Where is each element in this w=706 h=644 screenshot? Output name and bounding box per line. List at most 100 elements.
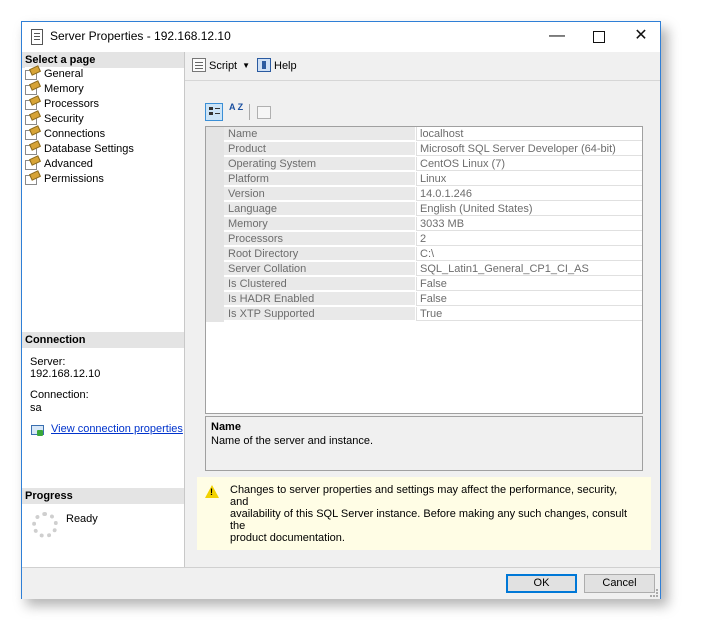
chevron-down-icon[interactable]: ▼: [242, 58, 250, 74]
description-title: Name: [211, 421, 241, 433]
server-value: 192.168.12.10: [30, 368, 101, 380]
property-value: English (United States): [416, 202, 642, 216]
row-gutter: [206, 157, 224, 172]
close-button[interactable]: ✕: [620, 22, 662, 51]
property-value: 14.0.1.246: [416, 187, 642, 201]
script-label: Script: [209, 60, 238, 72]
warning-panel: Changes to server properties and setting…: [197, 477, 651, 550]
toolbar: Script ▼ Help: [185, 52, 660, 81]
help-button[interactable]: Help: [257, 58, 297, 74]
connection-header: Connection: [22, 332, 184, 348]
property-value: SQL_Latin1_General_CP1_CI_AS: [416, 262, 642, 276]
document-icon: [31, 29, 43, 45]
property-name: Platform: [224, 172, 416, 186]
view-connection-properties-link[interactable]: View connection properties: [51, 423, 183, 435]
row-gutter: [206, 262, 224, 277]
page-item-label: General: [44, 68, 84, 80]
server-label: Server:: [30, 356, 66, 368]
property-value: CentOS Linux (7): [416, 157, 642, 171]
page-item-label: Database Settings: [44, 143, 134, 155]
property-value: Linux: [416, 172, 642, 186]
page-icon: [25, 157, 39, 170]
property-value: C:\: [416, 247, 642, 261]
description-text: Name of the server and instance.: [211, 435, 374, 447]
progress-header: Progress: [22, 488, 184, 504]
property-name: Is HADR Enabled: [224, 292, 416, 306]
row-gutter: [206, 292, 224, 307]
property-row[interactable]: Memory 3033 MB: [206, 217, 642, 232]
left-pane: Select a page General Memory Processors …: [22, 52, 185, 567]
property-value: False: [416, 292, 642, 306]
page-item-advanced[interactable]: Advanced: [25, 157, 93, 172]
page-item-label: Advanced: [44, 158, 93, 170]
property-name: Root Directory: [224, 247, 416, 261]
resize-grip-icon[interactable]: [650, 589, 658, 597]
page-icon: [25, 67, 39, 80]
property-value: localhost: [416, 127, 642, 141]
property-row[interactable]: Processors 2: [206, 232, 642, 247]
row-gutter: [206, 172, 224, 187]
progress-area: Ready: [22, 504, 184, 564]
property-row[interactable]: Root Directory C:\: [206, 247, 642, 262]
help-label: Help: [274, 60, 297, 72]
alphabetical-sort-icon[interactable]: A Z: [227, 103, 245, 121]
page-item-database-settings[interactable]: Database Settings: [25, 142, 134, 157]
property-name: Memory: [224, 217, 416, 231]
warning-text: Changes to server properties and setting…: [230, 484, 630, 544]
property-value: True: [416, 307, 642, 321]
minimize-button[interactable]: —: [536, 22, 578, 51]
page-item-security[interactable]: Security: [25, 112, 84, 127]
property-value: 2: [416, 232, 642, 246]
property-row[interactable]: Operating System CentOS Linux (7): [206, 157, 642, 172]
warning-line: availability of this SQL Server instance…: [230, 508, 628, 532]
page-item-general[interactable]: General: [25, 67, 84, 82]
help-icon: [257, 58, 271, 72]
property-row[interactable]: Is Clustered False: [206, 277, 642, 292]
connection-label: Connection:: [30, 389, 89, 401]
page-icon: [25, 127, 39, 140]
warning-icon: [205, 485, 219, 498]
property-name: Product: [224, 142, 416, 156]
row-gutter: [206, 217, 224, 232]
property-name: Name: [224, 127, 416, 141]
property-name: Version: [224, 187, 416, 201]
description-panel: Name Name of the server and instance.: [205, 416, 643, 471]
maximize-icon: [593, 31, 605, 43]
row-gutter: [206, 202, 224, 217]
ok-button[interactable]: OK: [506, 574, 577, 593]
warning-line: Changes to server properties and setting…: [230, 484, 618, 508]
property-grid: Name localhost Product Microsoft SQL Serve…: [205, 126, 643, 414]
select-page-header: Select a page: [22, 52, 184, 68]
property-pages-icon[interactable]: [255, 103, 273, 121]
page-icon: [25, 97, 39, 110]
property-row[interactable]: Platform Linux: [206, 172, 642, 187]
property-row[interactable]: Language English (United States): [206, 202, 642, 217]
page-item-label: Processors: [44, 98, 100, 110]
script-button[interactable]: Script ▼: [192, 58, 250, 74]
row-gutter: [206, 187, 224, 202]
property-row[interactable]: Product Microsoft SQL Server Developer (6…: [206, 142, 642, 157]
dialog-footer: OK Cancel: [22, 567, 660, 599]
row-gutter: [206, 142, 224, 157]
page-item-permissions[interactable]: Permissions: [25, 172, 104, 187]
page-item-label: Memory: [44, 83, 84, 95]
property-value: False: [416, 277, 642, 291]
property-row[interactable]: Version 14.0.1.246: [206, 187, 642, 202]
property-name: Processors: [224, 232, 416, 246]
property-row[interactable]: Is XTP Supported True: [206, 307, 642, 322]
title-bar[interactable]: Server Properties - 192.168.12.10 — ✕: [22, 22, 660, 52]
row-gutter: [206, 127, 224, 142]
page-item-memory[interactable]: Memory: [25, 82, 84, 97]
property-value: Microsoft SQL Server Developer (64-bit): [416, 142, 642, 156]
property-name: Server Collation: [224, 262, 416, 276]
window-title: Server Properties - 192.168.12.10: [50, 29, 231, 43]
maximize-button[interactable]: [578, 22, 620, 51]
categorized-view-icon[interactable]: [205, 103, 223, 121]
right-pane: Script ▼ Help A Z Name localhost Product Mi…: [185, 52, 660, 567]
page-icon: [25, 82, 39, 95]
cancel-button[interactable]: Cancel: [584, 574, 655, 593]
connection-properties-icon: [30, 424, 44, 436]
property-row[interactable]: Is HADR Enabled False: [206, 292, 642, 307]
property-row[interactable]: Name localhost: [206, 127, 642, 142]
property-row[interactable]: Server Collation SQL_Latin1_General_CP1_C…: [206, 262, 642, 277]
